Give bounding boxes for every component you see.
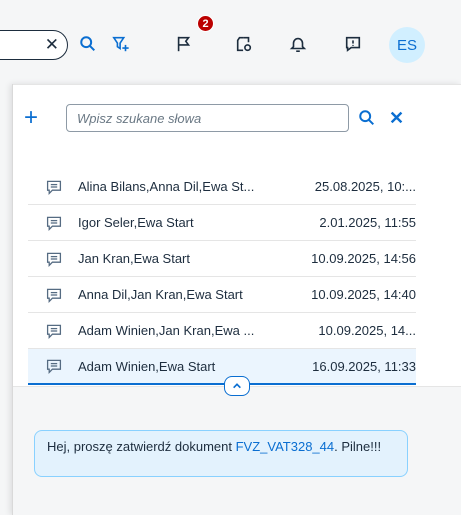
plus-icon[interactable]: + bbox=[24, 106, 38, 130]
list-item-participants: Anna Dil,Jan Kran,Ewa Start bbox=[78, 287, 243, 302]
message-text-end: . Pilne!!! bbox=[334, 439, 382, 454]
avatar[interactable]: ES bbox=[389, 27, 425, 63]
notification-count-badge: 2 bbox=[197, 15, 214, 32]
list-item-participants: Igor Seler,Ewa Start bbox=[78, 215, 194, 230]
list-item-date: 25.08.2025, 10:... bbox=[314, 179, 416, 194]
flag-icon[interactable] bbox=[171, 31, 197, 57]
feedback-icon[interactable] bbox=[340, 31, 366, 57]
list-item[interactable]: Igor Seler,Ewa Start 2.01.2025, 11:55 bbox=[28, 205, 416, 241]
list-item[interactable]: Anna Dil,Jan Kran,Ewa Start 10.09.2025, … bbox=[28, 277, 416, 313]
list-item-date: 10.09.2025, 14:56 bbox=[311, 251, 416, 266]
message-bubble: Hej, proszę zatwierdź dokument FVZ_VAT32… bbox=[34, 430, 408, 477]
filter-add-icon[interactable] bbox=[108, 31, 134, 57]
list-item-participants: Adam Winien,Jan Kran,Ewa ... bbox=[78, 323, 255, 338]
search-icon[interactable] bbox=[356, 107, 378, 129]
list-item-selected[interactable]: Adam Winien,Ewa Start 16.09.2025, 11:33 bbox=[28, 349, 416, 385]
list-item-participants: Adam Winien,Ewa Start bbox=[78, 358, 216, 374]
panel-top-divider bbox=[13, 84, 461, 85]
list-item-date: 10.09.2025, 14... bbox=[318, 323, 416, 338]
document-settings-icon[interactable] bbox=[231, 31, 257, 57]
collapse-list-button[interactable] bbox=[224, 376, 250, 396]
list-item[interactable]: Adam Winien,Jan Kran,Ewa ... 10.09.2025,… bbox=[28, 313, 416, 349]
close-icon[interactable]: ✕ bbox=[389, 107, 404, 129]
list-item-participants: Alina Bilans,Anna Dil,Ewa St... bbox=[78, 179, 255, 194]
conversation-list: Alina Bilans,Anna Dil,Ewa St... 25.08.20… bbox=[28, 169, 416, 385]
list-item-date: 10.09.2025, 14:40 bbox=[311, 287, 416, 302]
message-icon bbox=[46, 323, 66, 339]
list-item-date: 16.09.2025, 11:33 bbox=[312, 358, 416, 374]
list-item[interactable]: Jan Kran,Ewa Start 10.09.2025, 14:56 bbox=[28, 241, 416, 277]
message-icon bbox=[46, 251, 66, 267]
chevron-up-icon bbox=[233, 383, 241, 389]
document-link[interactable]: FVZ_VAT328_44 bbox=[236, 439, 335, 454]
list-item[interactable]: Alina Bilans,Anna Dil,Ewa St... 25.08.20… bbox=[28, 169, 416, 205]
search-icon[interactable] bbox=[75, 31, 101, 57]
conversation-search-input[interactable] bbox=[66, 104, 349, 132]
message-text: Hej, proszę zatwierdź dokument bbox=[47, 439, 236, 454]
list-item-date: 2.01.2025, 11:55 bbox=[319, 215, 416, 230]
global-search-field[interactable]: ✕ bbox=[0, 30, 68, 60]
bell-icon[interactable] bbox=[285, 31, 311, 57]
message-icon bbox=[46, 179, 66, 195]
list-item-participants: Jan Kran,Ewa Start bbox=[78, 251, 190, 266]
shell-bar: ✕ 2 ES bbox=[0, 0, 461, 84]
message-icon bbox=[46, 287, 66, 303]
message-icon bbox=[46, 358, 66, 374]
close-icon[interactable]: ✕ bbox=[45, 36, 59, 54]
message-icon bbox=[46, 215, 66, 231]
